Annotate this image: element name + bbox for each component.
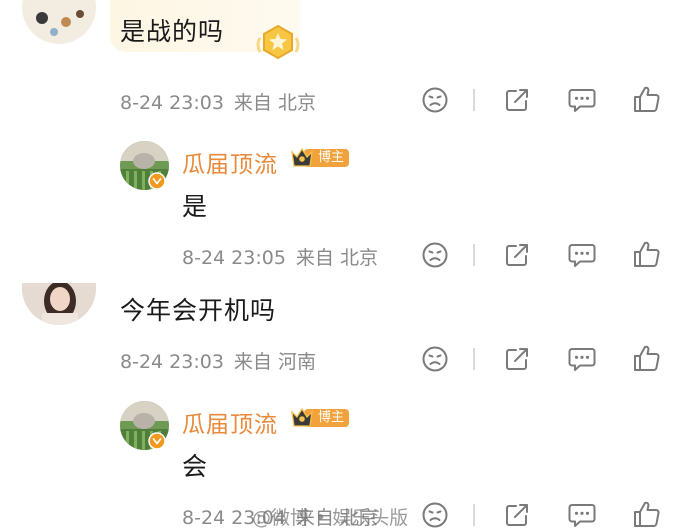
action-divider (473, 244, 475, 266)
verified-icon (148, 172, 166, 194)
comment-icon[interactable] (567, 345, 597, 373)
share-icon[interactable] (503, 241, 531, 269)
comment-text: 今年会开机吗 (120, 296, 277, 325)
dislike-icon[interactable] (421, 241, 449, 269)
comment-meta: 8-24 23:03 来自 北京 (120, 88, 316, 115)
username[interactable]: 瓜届顶流 (182, 405, 278, 439)
avatar[interactable] (22, 0, 96, 44)
watermark: @微博 • 娱乐头版 (252, 507, 409, 529)
crown-icon (291, 147, 313, 167)
verified-icon (148, 432, 166, 454)
timestamp: 8-24 23:05 (182, 247, 286, 269)
like-icon[interactable] (632, 239, 662, 269)
avatar-image (22, 283, 96, 325)
like-icon[interactable] (632, 499, 662, 529)
location: 来自 河南 (233, 351, 316, 373)
comment-text: 是战的吗 (120, 17, 225, 46)
dislike-icon[interactable] (421, 501, 449, 529)
location: 来自 北京 (233, 92, 316, 114)
comment-meta: 8-24 23:03 来自 河南 (120, 347, 316, 374)
share-icon[interactable] (503, 501, 531, 529)
reply-text: 会 (182, 452, 209, 481)
comment-icon[interactable] (567, 86, 597, 114)
action-divider (473, 348, 475, 370)
reply-meta: 8-24 23:05 来自 北京 (182, 243, 378, 270)
gold-badge-icon (254, 22, 302, 68)
blogger-badge: 博主 (290, 407, 350, 429)
timestamp: 8-24 23:03 (120, 92, 224, 114)
dislike-icon[interactable] (421, 345, 449, 373)
reply-text: 是 (182, 192, 209, 221)
like-icon[interactable] (632, 343, 662, 373)
dislike-icon[interactable] (421, 86, 449, 114)
avatar-image (36, 10, 84, 36)
comment-icon[interactable] (567, 501, 597, 529)
comment-icon[interactable] (567, 241, 597, 269)
action-divider (473, 89, 475, 111)
timestamp: 8-24 23:03 (120, 351, 224, 373)
crown-icon (291, 407, 313, 427)
share-icon[interactable] (503, 86, 531, 114)
blogger-badge: 博主 (290, 147, 350, 169)
username[interactable]: 瓜届顶流 (182, 145, 278, 179)
share-icon[interactable] (503, 345, 531, 373)
like-icon[interactable] (632, 84, 662, 114)
location: 来自 北京 (295, 247, 378, 269)
avatar[interactable] (22, 283, 96, 325)
action-divider (473, 504, 475, 526)
